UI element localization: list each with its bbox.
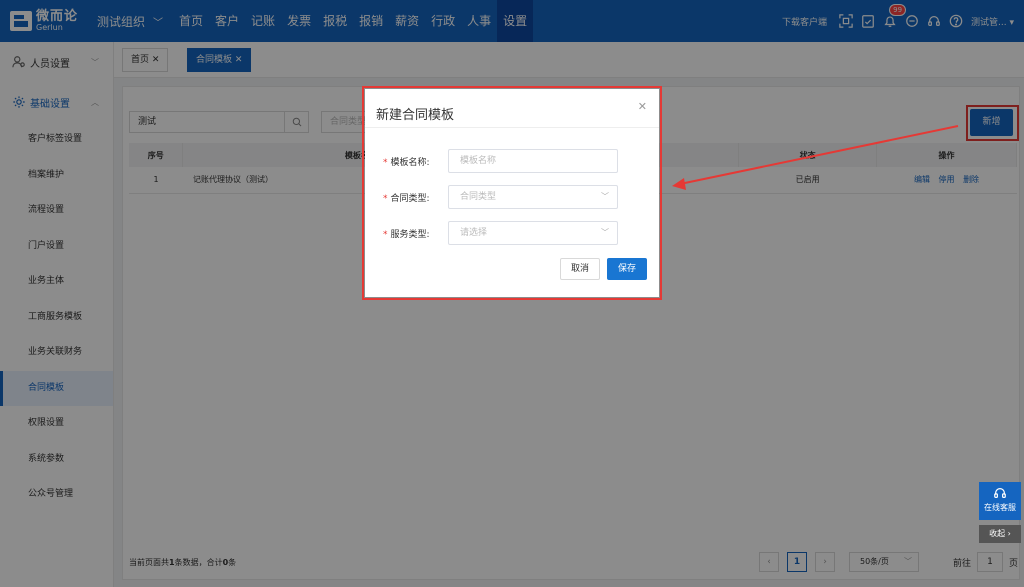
headset-icon: [994, 488, 1006, 498]
field-label: * 合同类型:: [383, 193, 430, 204]
contract-type-select[interactable]: 合同类型 ﹀: [448, 185, 618, 209]
service-type-row: * 服务类型:: [383, 221, 447, 245]
template-name-input[interactable]: 模板名称: [448, 149, 618, 173]
online-support-button[interactable]: 在线客服: [979, 482, 1021, 520]
template-name-row: * 模板名称:: [383, 149, 447, 173]
field-label: * 模板名称:: [383, 157, 430, 168]
divider: [365, 127, 659, 128]
new-contract-template-dialog: 新建合同模板 ✕ * 模板名称: 模板名称 * 合同类型: 合同类型 ﹀ * 服务类型…: [365, 89, 659, 297]
online-support-label: 在线客服: [984, 503, 1016, 512]
save-button[interactable]: 保存: [607, 258, 647, 280]
chevron-down-icon: ﹀: [601, 192, 609, 201]
contract-type-placeholder: 合同类型: [460, 192, 497, 202]
cancel-button[interactable]: 取消: [560, 258, 600, 280]
chevron-down-icon: ﹀: [601, 228, 609, 237]
dialog-title: 新建合同模板: [376, 108, 455, 123]
collapse-button[interactable]: 收起 ›: [979, 525, 1021, 543]
service-type-select[interactable]: 请选择 ﹀: [448, 221, 618, 245]
contract-type-row: * 合同类型:: [383, 185, 447, 209]
field-label: * 服务类型:: [383, 229, 430, 240]
close-icon[interactable]: ✕: [638, 100, 647, 113]
service-type-placeholder: 请选择: [460, 228, 488, 238]
